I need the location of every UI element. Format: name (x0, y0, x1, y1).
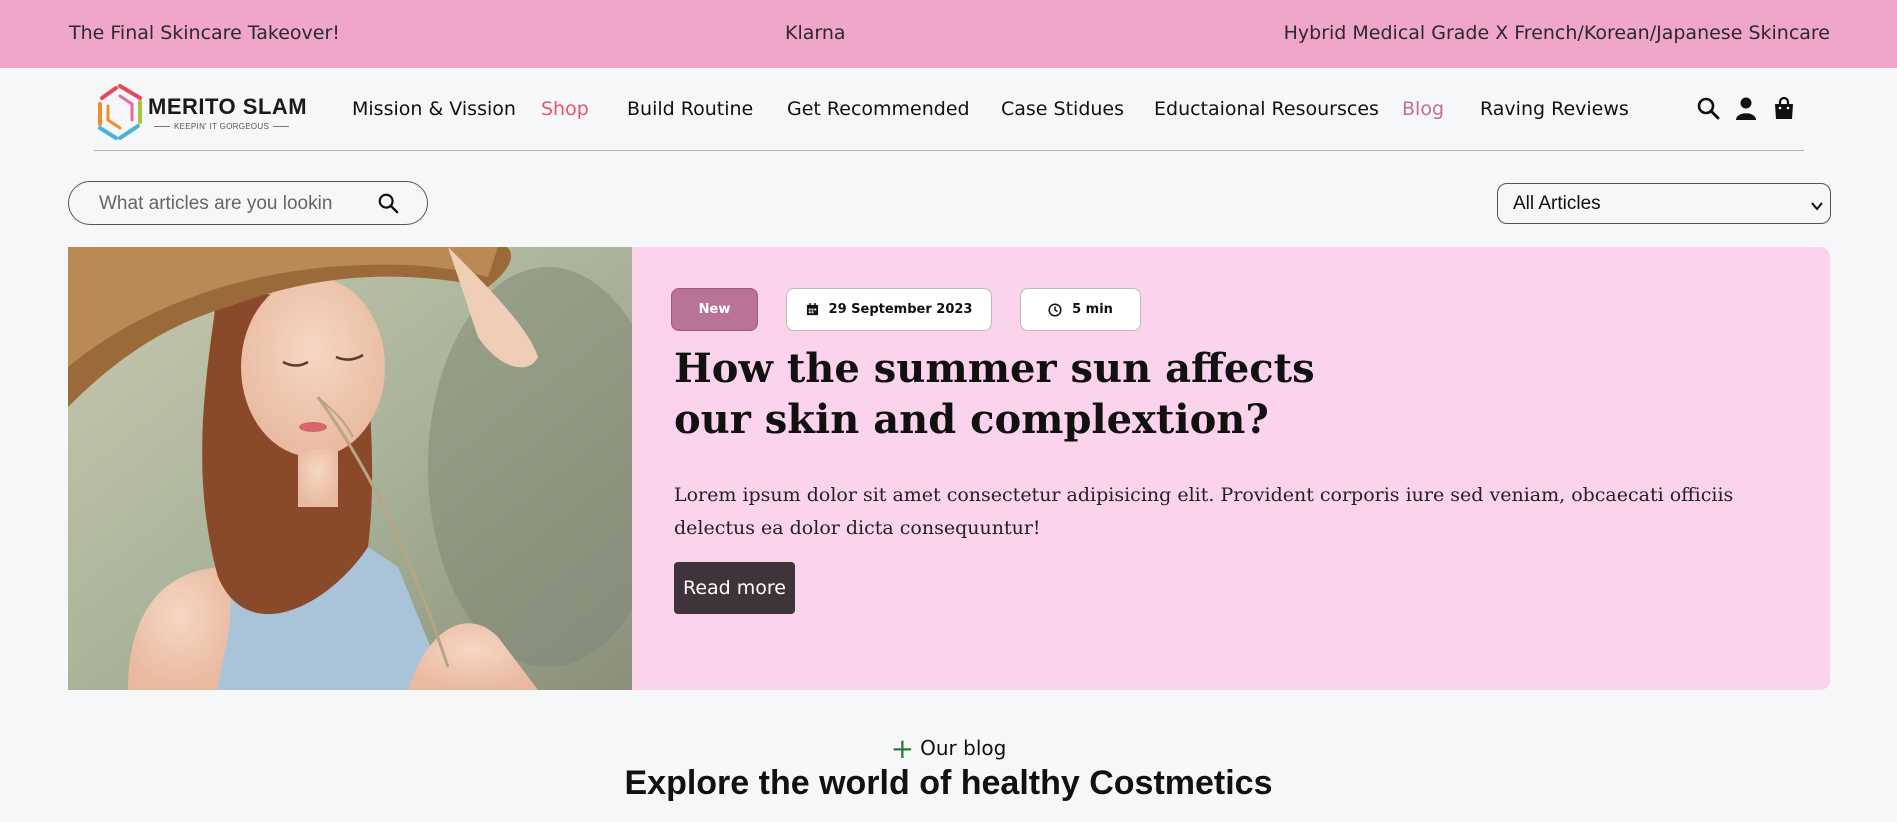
announcement-left: The Final Skincare Takeover! (69, 22, 340, 44)
article-date: 29 September 2023 (828, 302, 973, 317)
new-badge: New (671, 288, 758, 331)
announcement-klarna[interactable]: Klarna (785, 22, 846, 44)
plus-icon: + (890, 732, 915, 765)
nav-get-recommended[interactable]: Get Recommended (787, 98, 970, 120)
site-header: MERITO SLAM KEEPIN' IT GORGEOUS Mission … (94, 68, 1804, 151)
user-icon[interactable] (1734, 96, 1760, 122)
search-icon[interactable] (1696, 96, 1722, 122)
nav-case-studies[interactable]: Case Stidues (1001, 98, 1124, 120)
brand-name: MERITO SLAM (148, 94, 308, 119)
calendar-icon (806, 303, 818, 316)
search-input[interactable] (97, 191, 341, 217)
announcement-bar: The Final Skincare Takeover! Klarna Hybr… (0, 0, 1897, 68)
chevron-down-icon (1810, 197, 1824, 211)
read-time-badge: 5 min (1020, 288, 1141, 331)
section-eyebrow: + Our blog (890, 732, 1007, 765)
announcement-right: Hybrid Medical Grade X French/Korean/Jap… (1283, 22, 1830, 44)
article-title[interactable]: How the summer sun affects our skin and … (674, 343, 1374, 445)
featured-article: New 29 September 2023 5 min How the summ… (68, 247, 1830, 690)
featured-article-card: New 29 September 2023 5 min How the summ… (632, 247, 1830, 690)
logo-hexagon-icon (98, 84, 142, 140)
brand-logo[interactable]: MERITO SLAM KEEPIN' IT GORGEOUS (96, 82, 307, 144)
read-more-button[interactable]: Read more (674, 562, 795, 614)
clock-icon (1048, 302, 1062, 317)
shopping-bag-icon[interactable] (1772, 96, 1798, 122)
nav-blog[interactable]: Blog (1402, 98, 1444, 120)
filter-selected-value: All Articles (1513, 193, 1601, 214)
nav-build-routine[interactable]: Build Routine (627, 98, 753, 120)
brand-tagline: KEEPIN' IT GORGEOUS (150, 122, 293, 131)
date-badge: 29 September 2023 (786, 288, 992, 331)
section-title: Explore the world of healthy Costmetics (624, 764, 1273, 802)
nav-raving-reviews[interactable]: Raving Reviews (1480, 98, 1629, 120)
article-filter-select[interactable]: All Articles (1497, 183, 1831, 224)
nav-mission-vision[interactable]: Mission & Vission (352, 98, 516, 120)
article-excerpt: Lorem ipsum dolor sit amet consectetur a… (674, 484, 1734, 539)
featured-article-image[interactable] (68, 247, 632, 690)
article-read-time: 5 min (1072, 302, 1113, 317)
nav-educational-resources[interactable]: Eductaional Resoursces (1154, 98, 1379, 120)
article-search (68, 181, 428, 225)
nav-shop[interactable]: Shop (541, 98, 589, 120)
search-icon[interactable] (377, 192, 399, 214)
header-icons (1684, 96, 1804, 122)
